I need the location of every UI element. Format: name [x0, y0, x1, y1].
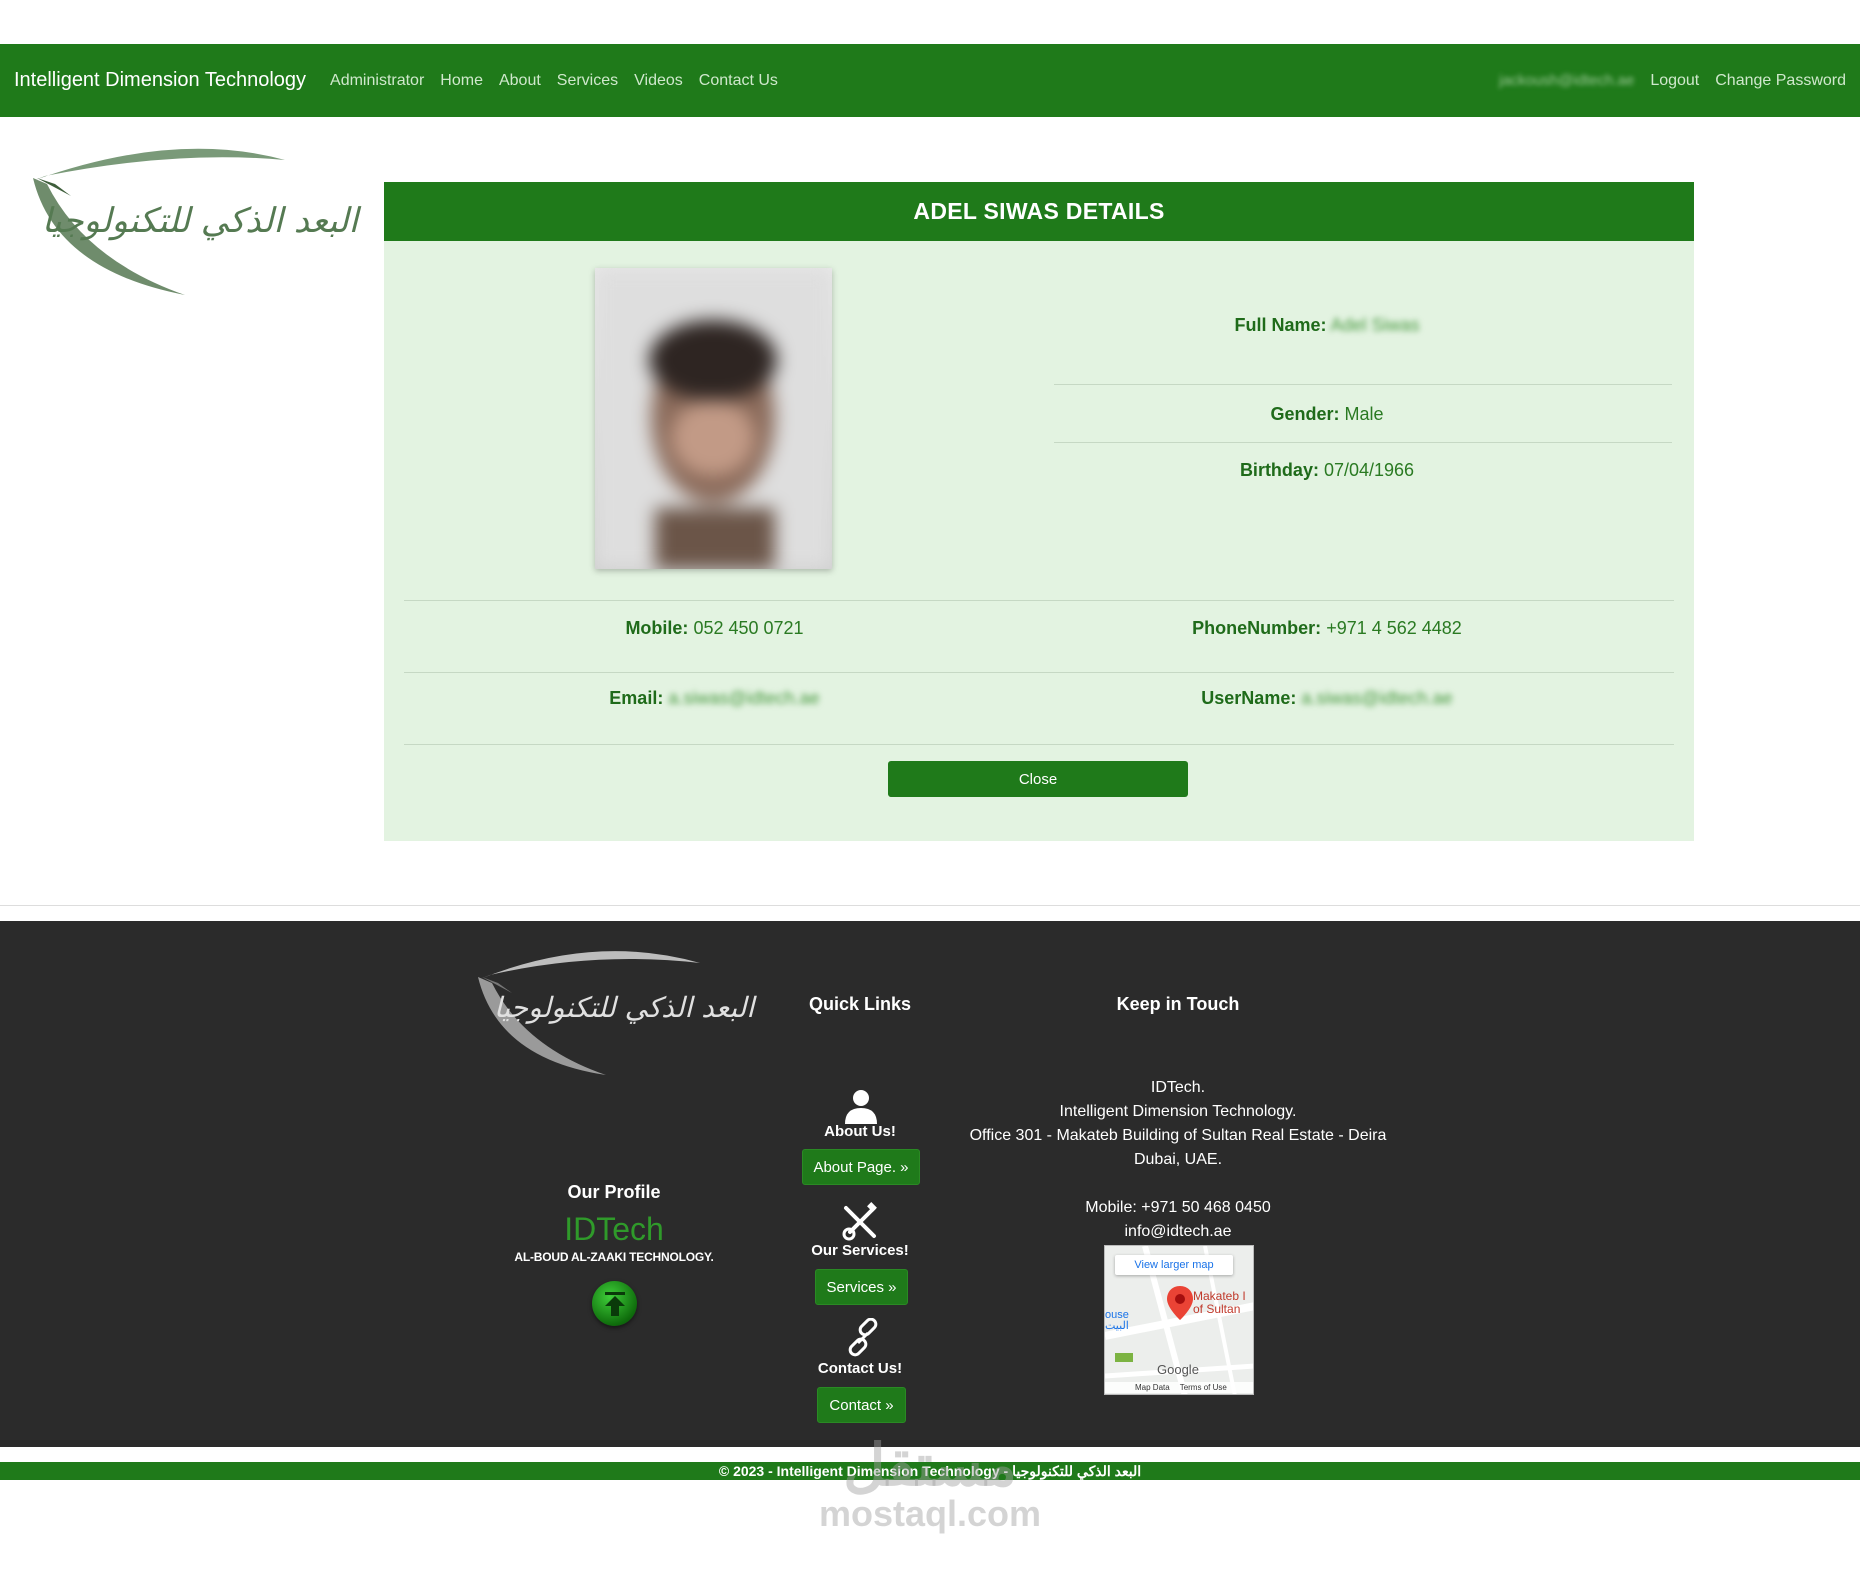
- nav-user-area: jackoush@idtech.ae Logout Change Passwor…: [1499, 72, 1846, 90]
- gender-value: Male: [1344, 404, 1384, 424]
- divider: [404, 600, 1674, 601]
- quick-links-title: Quick Links: [808, 994, 912, 1014]
- full-name-field: Full Name: Adel Siwas: [1234, 315, 1420, 335]
- mobile-field: Mobile: 052 450 0721: [625, 618, 804, 638]
- footer-logo-arabic-text: البعد الذكي للتكنولوجيا: [494, 991, 758, 1024]
- contact-line-address: Office 301 - Makateb Building of Sultan …: [969, 1127, 1387, 1144]
- mobile-value: 052 450 0721: [693, 618, 804, 638]
- about-us-label: About Us!: [824, 1123, 896, 1140]
- user-icon: [845, 1090, 877, 1124]
- nav-links: Administrator Home About Services Videos…: [330, 72, 778, 90]
- divider: [404, 672, 1674, 673]
- contact-line-name: Intelligent Dimension Technology.: [1059, 1103, 1297, 1120]
- map-house-label: ouse البيت: [1105, 1309, 1129, 1332]
- contact-us-label: Contact Us!: [817, 1360, 903, 1377]
- birthday-value: 07/04/1966: [1323, 460, 1415, 480]
- profile-photo: [595, 268, 832, 569]
- location-map[interactable]: View larger map Makateb I of Sultan ouse…: [1104, 1245, 1254, 1395]
- birthday-field: Birthday: 07/04/1966: [1239, 460, 1415, 480]
- logo-arabic-text: البعد الذكي للتكنولوجيا: [42, 201, 362, 241]
- back-to-top-button[interactable]: [592, 1281, 637, 1326]
- nav-logout[interactable]: Logout: [1650, 72, 1699, 90]
- link-icon: [848, 1318, 878, 1357]
- details-title: ADEL SIWAS DETAILS: [384, 182, 1694, 241]
- nav-services[interactable]: Services: [557, 72, 618, 90]
- contact-line-city: Dubai, UAE.: [1133, 1151, 1223, 1168]
- close-button[interactable]: Close: [888, 761, 1188, 797]
- phone-field: PhoneNumber: +971 4 562 4482: [1192, 618, 1462, 638]
- watermark-latin: mostaql.com: [818, 1493, 1042, 1534]
- site-logo: البعد الذكي للتكنولوجيا: [25, 140, 365, 320]
- gender-field: Gender: Male: [1270, 404, 1384, 424]
- tools-icon: [842, 1202, 877, 1241]
- nav-change-password[interactable]: Change Password: [1715, 72, 1846, 90]
- username-field: UserName: a.siwas@idtech.ae: [1201, 688, 1453, 708]
- our-profile-title: Our Profile: [567, 1182, 661, 1202]
- map-data-link[interactable]: Map Data: [1135, 1383, 1170, 1392]
- map-place-label: Makateb I of Sultan: [1193, 1289, 1246, 1316]
- footer-logo: البعد الذكي للتكنولوجيا: [474, 943, 758, 1093]
- services-button[interactable]: Services »: [815, 1269, 908, 1305]
- arrow-up-icon: [604, 1291, 625, 1316]
- map-pin-icon: [1167, 1286, 1193, 1320]
- view-larger-map-link[interactable]: View larger map: [1115, 1255, 1233, 1275]
- divider: [1054, 442, 1672, 443]
- section-divider: [0, 905, 1860, 906]
- contact-mobile: Mobile: +971 50 468 0450: [1085, 1199, 1271, 1216]
- nav-about[interactable]: About: [499, 72, 541, 90]
- divider: [404, 744, 1674, 745]
- google-logo: Google: [1157, 1362, 1199, 1377]
- details-panel: ADEL SIWAS DETAILS Full Name: Adel Siwas…: [384, 182, 1694, 841]
- our-services-label: Our Services!: [811, 1242, 909, 1259]
- nav-contact-us[interactable]: Contact Us: [699, 72, 778, 90]
- watermark: مستقل mostaql.com: [810, 1434, 1050, 1534]
- nav-administrator[interactable]: Administrator: [330, 72, 424, 90]
- footer: البعد الذكي للتكنولوجيا Quick Links Keep…: [0, 921, 1860, 1447]
- nav-user-email[interactable]: jackoush@idtech.ae: [1499, 72, 1634, 89]
- map-terms-link[interactable]: Terms of Use: [1180, 1383, 1227, 1392]
- contact-line-company: IDTech.: [1150, 1079, 1206, 1096]
- email-value: a.siwas@idtech.ae: [668, 688, 820, 708]
- phone-value: +971 4 562 4482: [1326, 618, 1462, 638]
- page: Intelligent Dimension Technology Adminis…: [0, 0, 1860, 1577]
- divider: [1054, 384, 1672, 385]
- keep-in-touch-title: Keep in Touch: [1116, 994, 1240, 1014]
- about-page-button[interactable]: About Page. »: [802, 1149, 920, 1185]
- full-name-value: Adel Siwas: [1330, 315, 1420, 335]
- nav-home[interactable]: Home: [440, 72, 483, 90]
- contact-button[interactable]: Contact »: [817, 1387, 906, 1423]
- brand-link[interactable]: Intelligent Dimension Technology: [14, 69, 306, 92]
- map-attribution: Map Data Terms of Use: [1105, 1382, 1253, 1393]
- watermark-arabic: مستقل: [843, 1433, 1017, 1498]
- top-navbar: Intelligent Dimension Technology Adminis…: [0, 44, 1860, 117]
- email-field: Email: a.siwas@idtech.ae: [609, 688, 820, 708]
- profile-subtitle: AL-BOUD AL-ZAAKI TECHNOLOGY.: [514, 1250, 714, 1264]
- contact-email[interactable]: info@idtech.ae: [924, 1223, 1432, 1241]
- profile-brand: IDTech: [564, 1211, 664, 1247]
- nav-videos[interactable]: Videos: [634, 72, 683, 90]
- username-value: a.siwas@idtech.ae: [1301, 688, 1453, 708]
